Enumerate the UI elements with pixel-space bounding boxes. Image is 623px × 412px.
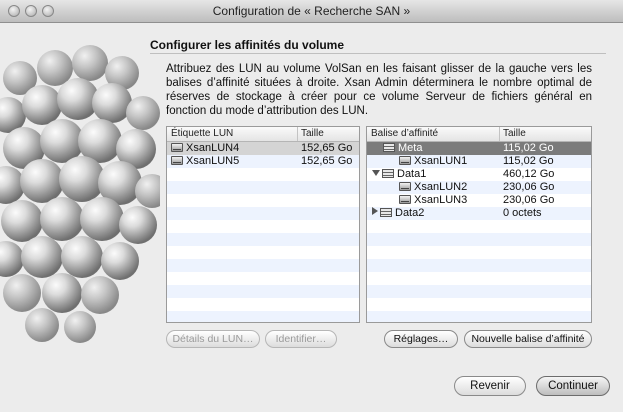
affinity-label: XsanLUN1: [414, 155, 468, 167]
identify-button[interactable]: Identifier…: [265, 330, 337, 348]
lun-row[interactable]: XsanLUN5 152,65 Go: [167, 155, 359, 168]
affinity-row-data1[interactable]: Data1 460,12 Go: [367, 168, 591, 181]
affinity-size: 230,06 Go: [503, 181, 555, 193]
affinity-size: 115,02 Go: [503, 142, 554, 154]
lun-label: XsanLUN4: [186, 142, 240, 154]
disk-icon: [399, 182, 411, 191]
disk-icon: [399, 195, 411, 204]
window-title: Configuration de « Recherche SAN »: [212, 4, 411, 18]
instructions-text: Attribuez des LUN au volume VolSan en le…: [166, 63, 592, 117]
affinity-size: 115,02 Go: [503, 155, 554, 167]
back-button[interactable]: Revenir: [454, 376, 526, 396]
title-bar: Configuration de « Recherche SAN »: [0, 0, 623, 23]
affinity-label: Meta: [398, 142, 423, 154]
affinity-size: 460,12 Go: [503, 168, 555, 180]
lun-details-button[interactable]: Détails du LUN…: [166, 330, 260, 348]
disk-icon: [399, 156, 411, 165]
disk-icon: [171, 143, 183, 152]
lun-size: 152,65 Go: [301, 142, 353, 154]
affinity-size: 0 octets: [503, 207, 542, 219]
storage-pool-icon: [380, 208, 392, 217]
disclosure-triangle-collapsed-icon[interactable]: [372, 207, 378, 215]
lun-table-header: Étiquette LUN Taille: [167, 127, 359, 142]
column-header-affinity-tag[interactable]: Balise d’affinité: [371, 128, 438, 139]
continue-button[interactable]: Continuer: [536, 376, 610, 396]
storage-pool-icon: [382, 169, 394, 178]
affinity-label: XsanLUN2: [414, 181, 468, 193]
disclosure-triangle-expanded-icon[interactable]: [372, 170, 380, 176]
affinity-row-lun[interactable]: XsanLUN1 115,02 Go: [367, 155, 591, 168]
lun-row[interactable]: XsanLUN4 152,65 Go: [167, 142, 359, 155]
lun-table[interactable]: Étiquette LUN Taille XsanLUN4 152,65 Go …: [166, 126, 360, 323]
column-header-size[interactable]: Taille: [301, 128, 324, 139]
lun-label: XsanLUN5: [186, 155, 240, 167]
affinity-row-data2[interactable]: Data2 0 octets: [367, 207, 591, 220]
lun-size: 152,65 Go: [301, 155, 353, 167]
affinity-row-meta[interactable]: Meta 115,02 Go: [367, 142, 591, 155]
storage-pool-icon: [383, 143, 395, 152]
column-header-size[interactable]: Taille: [503, 128, 526, 139]
settings-button[interactable]: Réglages…: [384, 330, 458, 348]
xsan-sphere-artwork: [0, 23, 160, 363]
affinity-row-lun[interactable]: XsanLUN3 230,06 Go: [367, 194, 591, 207]
assistant-window: Configuration de « Recherche SAN » Confi…: [0, 0, 623, 412]
affinity-label: Data1: [397, 168, 427, 180]
affinity-table[interactable]: Balise d’affinité Taille Meta 115,02 Go …: [366, 126, 592, 323]
title-divider: [150, 53, 606, 54]
affinity-size: 230,06 Go: [503, 194, 555, 206]
affinity-row-lun[interactable]: XsanLUN2 230,06 Go: [367, 181, 591, 194]
affinity-label: XsanLUN3: [414, 194, 468, 206]
affinity-label: Data2: [395, 207, 425, 219]
affinity-table-header: Balise d’affinité Taille: [367, 127, 591, 142]
disk-icon: [171, 156, 183, 165]
page-title: Configurer les affinités du volume: [150, 38, 345, 52]
new-affinity-tag-button[interactable]: Nouvelle balise d’affinité: [464, 330, 592, 348]
column-header-lun-label[interactable]: Étiquette LUN: [171, 128, 233, 139]
